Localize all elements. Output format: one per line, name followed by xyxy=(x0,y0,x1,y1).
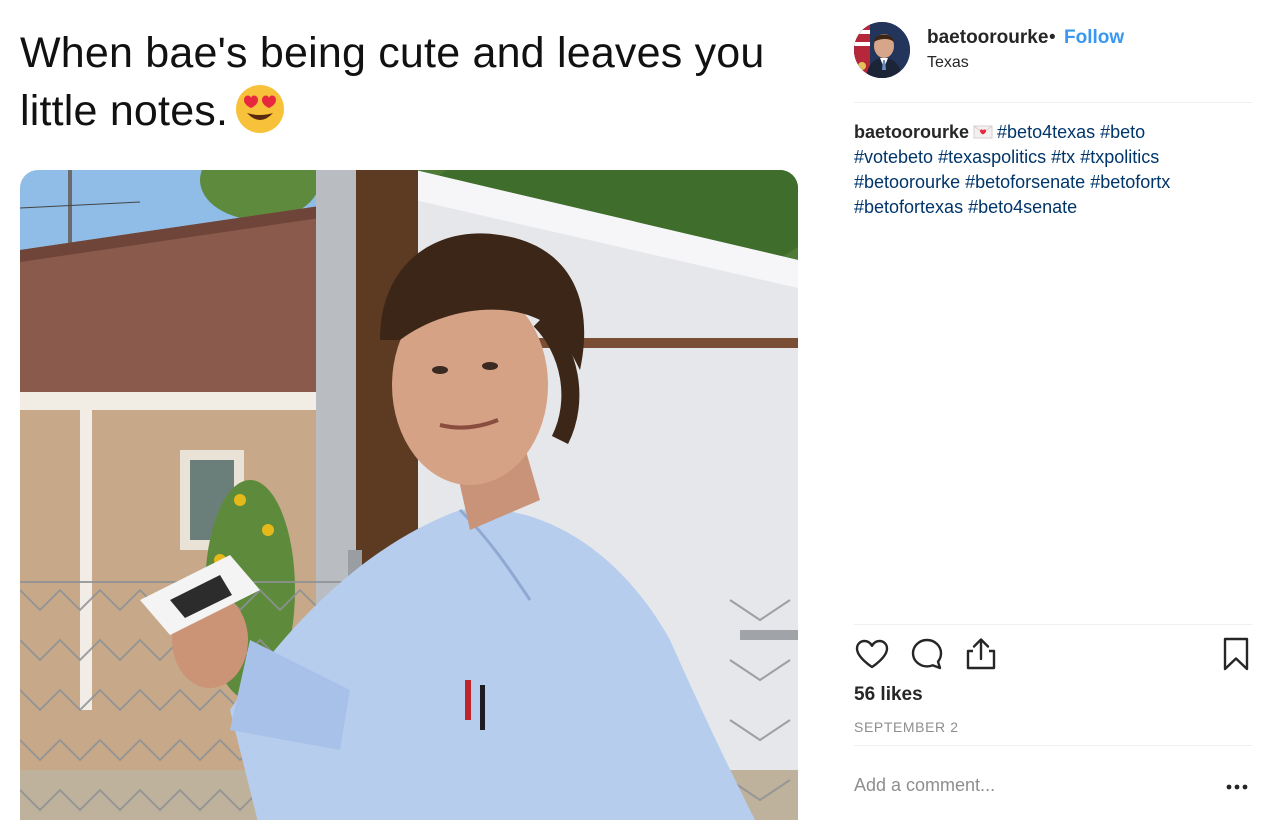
meme-caption: When bae's being cute and leaves you lit… xyxy=(20,24,810,140)
post-photo xyxy=(20,170,798,820)
more-options-icon[interactable] xyxy=(1224,772,1250,798)
hashtag-link[interactable]: #betofortx xyxy=(1090,172,1170,192)
hashtag-link[interactable]: #votebeto xyxy=(854,147,933,167)
heart-letter-emoji-icon xyxy=(973,125,993,139)
photo-illustration xyxy=(20,170,798,820)
share-icon[interactable] xyxy=(963,636,999,672)
header-divider xyxy=(854,102,1252,103)
post-media[interactable]: When bae's being cute and leaves you lit… xyxy=(0,0,820,820)
heart-eyes-emoji-icon xyxy=(236,85,285,133)
action-bar xyxy=(854,636,1252,676)
comment-divider xyxy=(854,745,1252,746)
post-date: SEPTEMBER 2 xyxy=(854,719,959,735)
post-side-panel: baetoorourke • Follow Texas baetoorourke… xyxy=(854,0,1252,820)
hashtag-link[interactable]: #tx xyxy=(1051,147,1075,167)
hashtag-link[interactable]: #beto4texas xyxy=(997,122,1095,142)
likes-count[interactable]: 56 likes xyxy=(854,684,923,706)
avatar-image xyxy=(854,22,910,78)
hashtag-link[interactable]: #beto4senate xyxy=(968,197,1077,217)
hashtag-link[interactable]: #beto xyxy=(1100,122,1145,142)
comment-icon[interactable] xyxy=(909,636,945,672)
post-header: baetoorourke • Follow Texas xyxy=(854,22,1252,80)
actions-divider xyxy=(854,624,1252,625)
location-link[interactable]: Texas xyxy=(927,54,969,72)
avatar[interactable] xyxy=(854,22,910,78)
post-caption: baetoorourke #beto4texas #beto #votebeto… xyxy=(854,120,1252,220)
comment-input[interactable] xyxy=(854,770,1214,800)
bookmark-icon[interactable] xyxy=(1218,636,1254,672)
hashtag-link[interactable]: #betoforsenate xyxy=(965,172,1085,192)
header-separator: • xyxy=(1049,27,1056,48)
header-username[interactable]: baetoorourke xyxy=(927,27,1048,49)
hashtag-link[interactable]: #texaspolitics xyxy=(938,147,1046,167)
follow-button[interactable]: Follow xyxy=(1064,27,1124,49)
hashtag-link[interactable]: #betoorourke xyxy=(854,172,960,192)
hashtag-link[interactable]: #txpolitics xyxy=(1080,147,1159,167)
caption-username[interactable]: baetoorourke xyxy=(854,122,969,142)
hashtag-link[interactable]: #betofortexas xyxy=(854,197,963,217)
heart-icon[interactable] xyxy=(854,636,890,672)
meme-caption-text: When bae's being cute and leaves you lit… xyxy=(20,29,765,135)
